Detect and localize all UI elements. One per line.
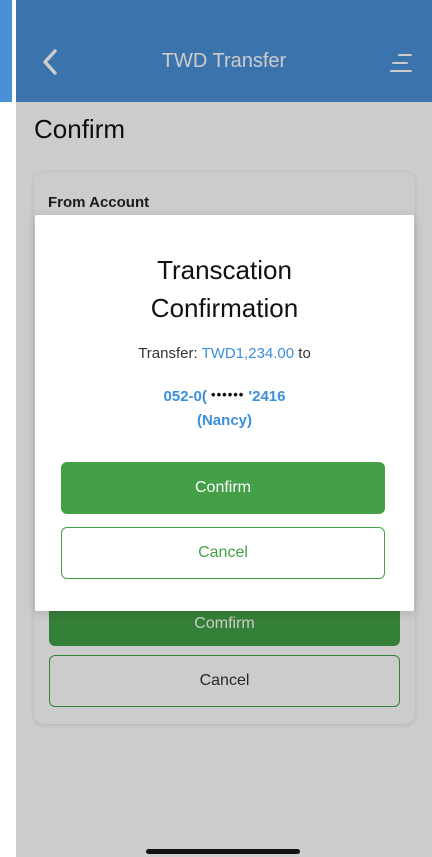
transfer-summary: Transfer: TWD1,234.00 to <box>35 345 414 362</box>
transfer-suffix: to <box>298 345 311 362</box>
dialog-confirm-button[interactable]: Confirm <box>61 462 385 514</box>
recipient-name: (Nancy) <box>196 412 252 429</box>
phone-screen: TWD Transfer Confirm From Account Comfir… <box>16 0 432 857</box>
recipient-account: 052-0( •••••• '2416 <box>35 387 414 405</box>
transaction-confirmation-dialog: Transcation Confirmation Transfer: TWD1,… <box>35 215 414 611</box>
account-number-masked: •••••• <box>211 387 245 402</box>
account-number-end: '2416 <box>248 388 286 405</box>
dialog-title-line-1: Transcation <box>157 255 292 285</box>
dialog-title-line-2: Confirmation <box>150 293 299 323</box>
account-number-start: 052-0( <box>163 388 207 405</box>
transfer-prefix: Transfer: <box>138 345 198 362</box>
background-strip <box>0 0 12 102</box>
dialog-cancel-button[interactable]: Cancel <box>61 527 385 579</box>
home-indicator <box>146 849 300 854</box>
dialog-title: Transcation Confirmation <box>35 251 414 327</box>
transfer-amount: TWD1,234.00 <box>201 345 295 362</box>
